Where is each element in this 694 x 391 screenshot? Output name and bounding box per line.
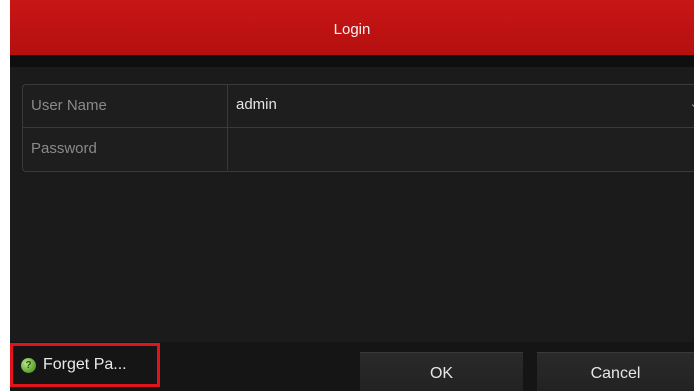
password-label: Password [23, 128, 228, 170]
password-input[interactable] [228, 128, 694, 170]
login-dialog: Login User Name admin ⌄ Password ? Forge… [10, 0, 694, 391]
forget-password-label: Forget Pa... [43, 356, 127, 373]
login-form: User Name admin ⌄ Password [22, 84, 694, 172]
titlebar-divider [10, 55, 694, 67]
dialog-titlebar: Login [10, 0, 694, 55]
cancel-button[interactable]: Cancel [537, 352, 694, 391]
ok-button[interactable]: OK [360, 352, 523, 391]
dialog-title: Login [333, 21, 371, 38]
password-row: Password [23, 127, 694, 170]
help-circle-icon: ? [21, 357, 36, 373]
username-row: User Name admin ⌄ [23, 85, 694, 127]
chevron-down-icon[interactable]: ⌄ [690, 99, 694, 110]
username-select[interactable]: admin ⌄ [228, 85, 694, 127]
username-label: User Name [23, 85, 228, 127]
username-value: admin [236, 96, 277, 113]
forget-password-button[interactable]: ? Forget Pa... [10, 343, 160, 387]
